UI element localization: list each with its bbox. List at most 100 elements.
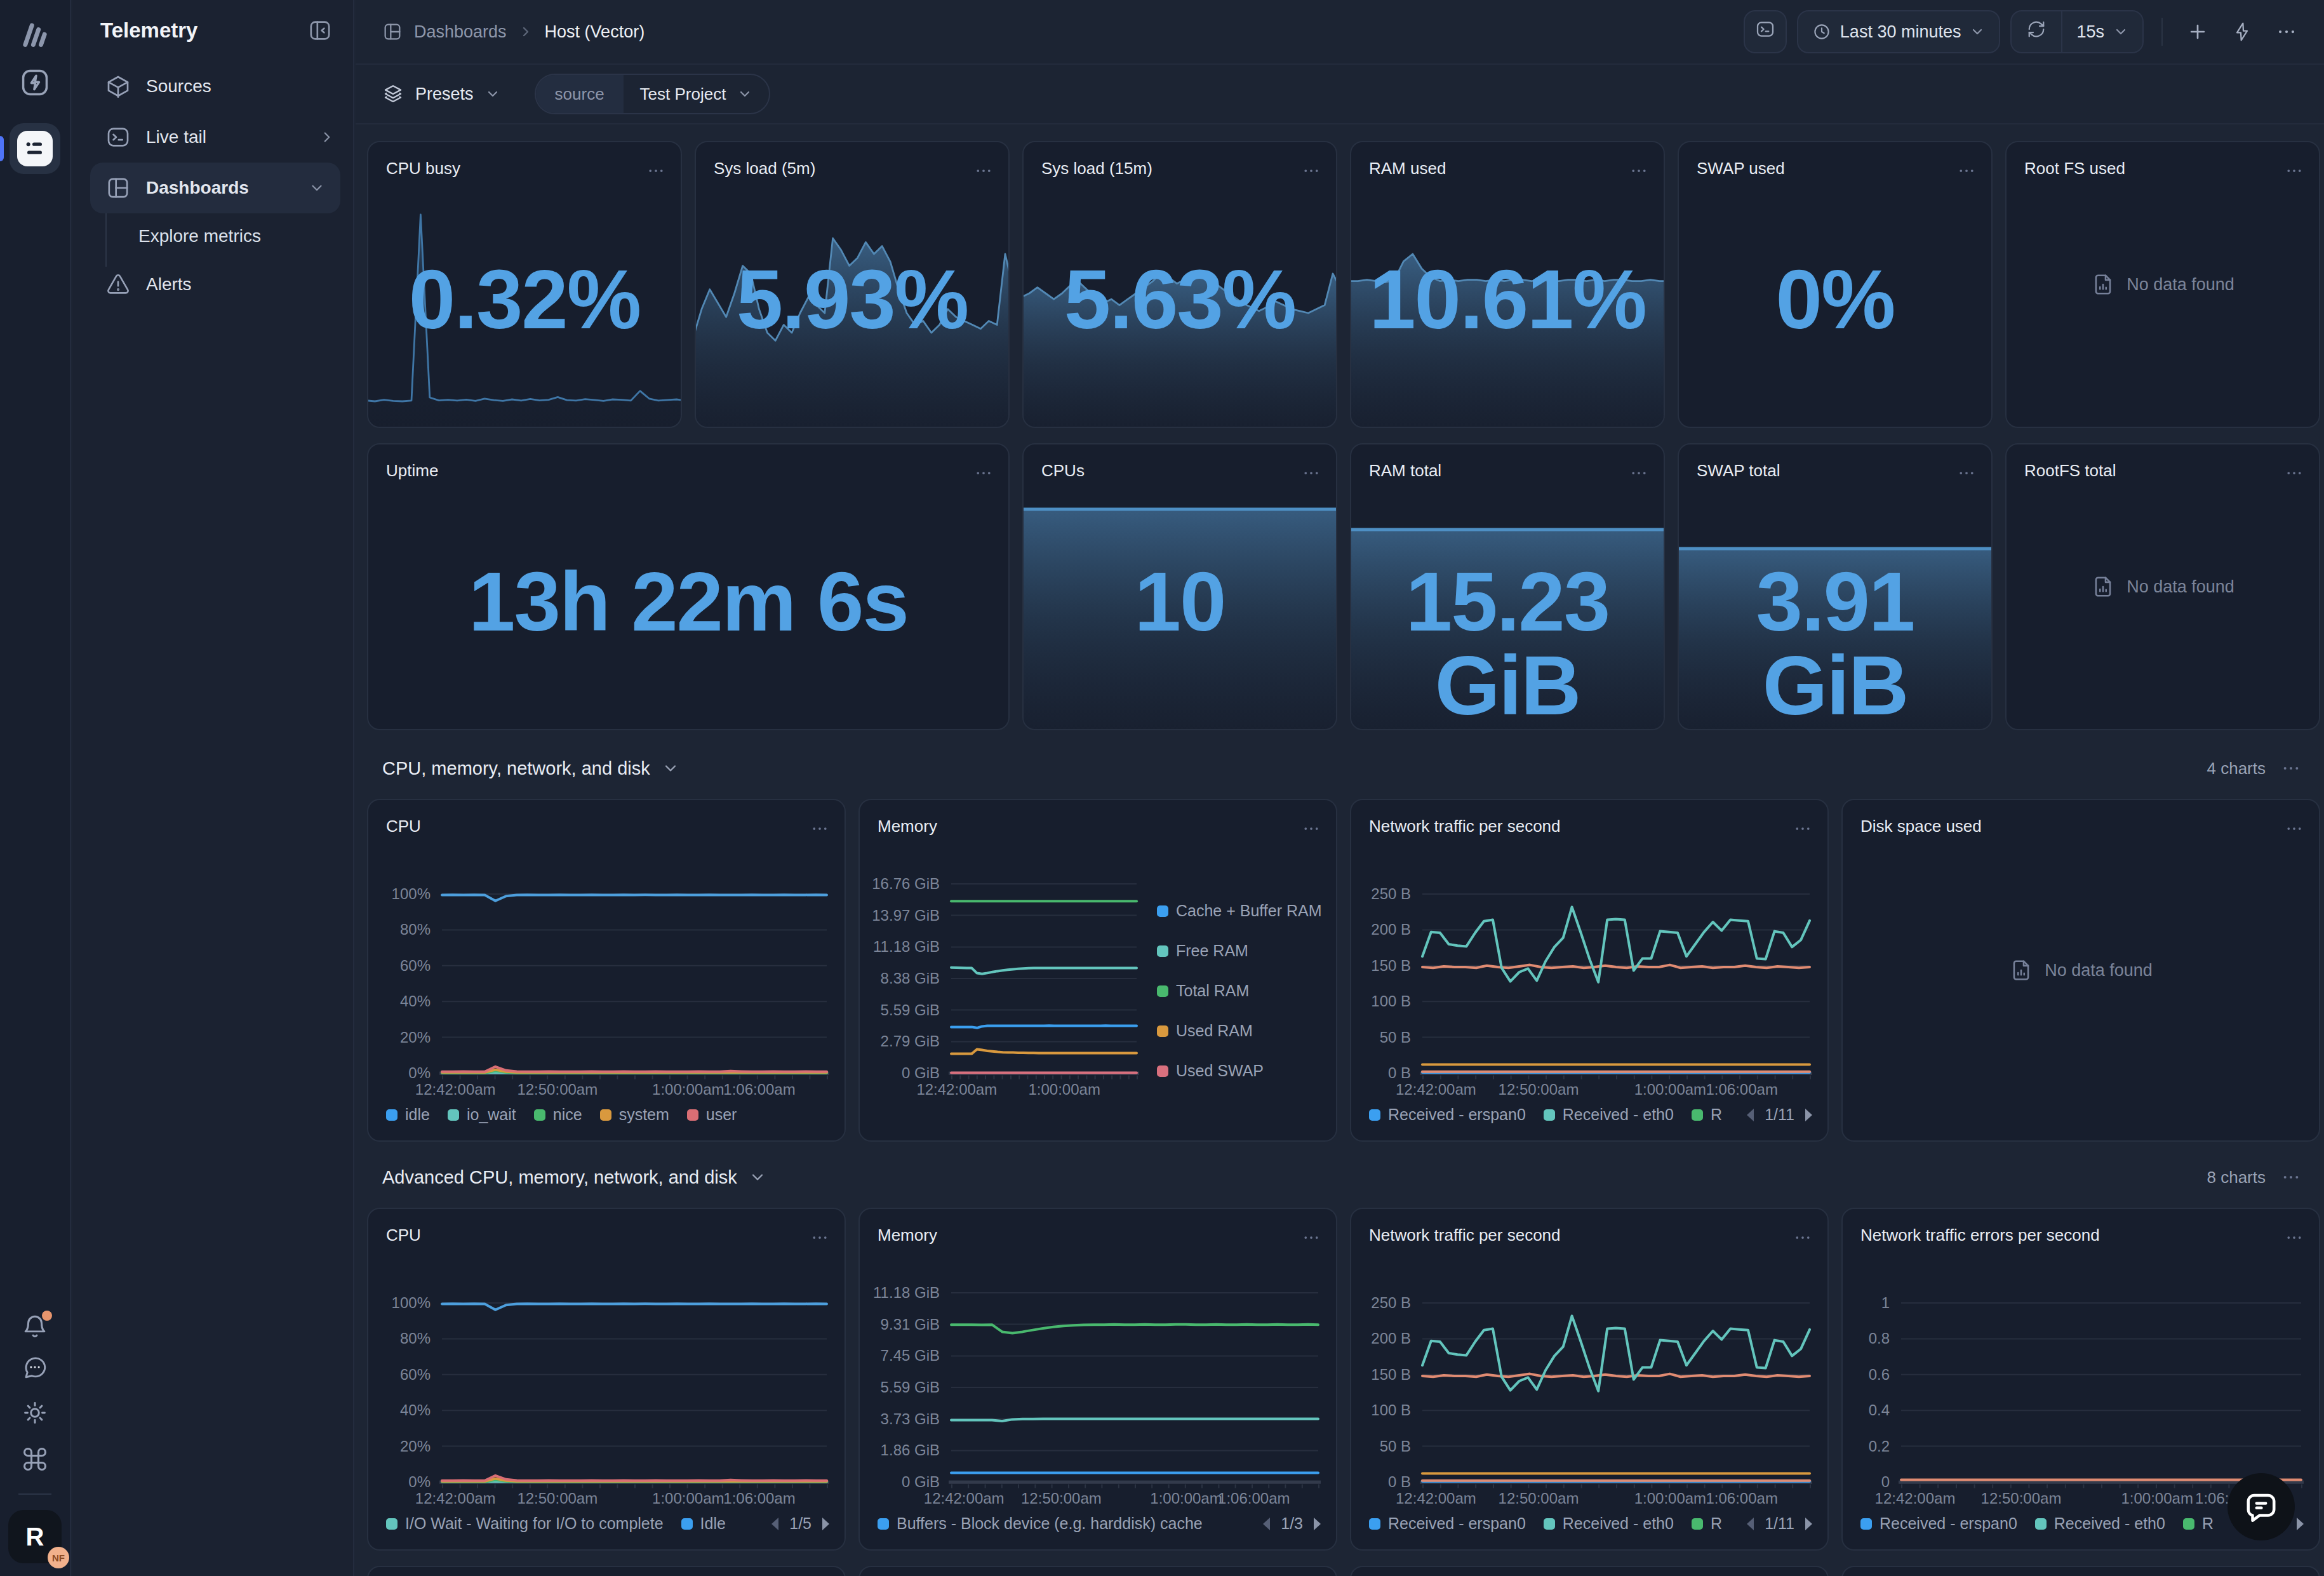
section-menu-icon[interactable]: [2281, 1167, 2301, 1187]
legend-label: Received - erspan0: [1388, 1105, 1526, 1124]
legend-item[interactable]: I/O Wait - Waiting for I/O to complete: [386, 1514, 664, 1533]
pager-next-icon[interactable]: [2295, 1516, 2306, 1532]
legend-item[interactable]: Received - erspan0: [1860, 1514, 2017, 1533]
panel-menu-icon[interactable]: [810, 819, 829, 838]
chevron-down-icon[interactable]: [662, 759, 679, 777]
rail-telemetry-button[interactable]: [10, 123, 60, 174]
legend-item[interactable]: Cache + Buffer RAM: [1157, 902, 1322, 920]
panel-menu-icon[interactable]: [1302, 161, 1321, 180]
source-filter[interactable]: source Test Project: [535, 74, 771, 114]
legend-item[interactable]: Received - eth0: [1544, 1514, 1674, 1533]
feedback-chat-icon[interactable]: [22, 1354, 48, 1380]
panel-menu-icon[interactable]: [646, 161, 665, 180]
section-title[interactable]: Advanced CPU, memory, network, and disk: [382, 1167, 737, 1188]
avatar-badge: NF: [48, 1547, 69, 1568]
pager-prev-icon[interactable]: [1744, 1516, 1756, 1532]
panel-title: Root FS used: [2024, 159, 2125, 178]
legend-item[interactable]: nice: [534, 1105, 582, 1124]
sidebar-collapse-icon[interactable]: [307, 18, 333, 43]
rail-flash-icon[interactable]: [18, 66, 51, 99]
chevron-down-icon[interactable]: [749, 1168, 766, 1186]
sidebar-item-alerts[interactable]: Alerts: [72, 259, 353, 310]
legend-chip: [1860, 1518, 1872, 1530]
refresh-interval-label: 15s: [2076, 22, 2104, 42]
pager-prev-icon[interactable]: [1744, 1107, 1756, 1123]
legend-item[interactable]: Free RAM: [1157, 942, 1322, 960]
legend-label: I/O Wait - Waiting for I/O to complete: [405, 1514, 664, 1533]
panel-title: RAM total: [1369, 461, 1441, 481]
refresh-button[interactable]: [2012, 11, 2062, 52]
pager-prev-icon[interactable]: [1260, 1516, 1272, 1532]
legend-pager: 1/3: [1260, 1514, 1323, 1533]
panel-menu-icon[interactable]: [2285, 161, 2304, 180]
legend-item[interactable]: Used SWAP: [1157, 1062, 1322, 1080]
avatar[interactable]: RNF: [8, 1510, 62, 1563]
svg-text:50 B: 50 B: [1380, 1029, 1411, 1046]
pager-next-icon[interactable]: [1803, 1107, 1815, 1123]
svg-text:100%: 100%: [392, 1294, 431, 1311]
panel-menu-icon[interactable]: [1629, 161, 1648, 180]
more-options-button[interactable]: [2269, 15, 2304, 49]
panel-menu-icon[interactable]: [2285, 464, 2304, 483]
panel-menu-icon[interactable]: [974, 161, 993, 180]
legend-item[interactable]: R: [1692, 1105, 1722, 1124]
panel-menu-icon[interactable]: [1793, 1228, 1812, 1247]
pager-next-icon[interactable]: [1312, 1516, 1323, 1532]
legend-item[interactable]: Idle: [681, 1514, 726, 1533]
sidebar-item-explore-metrics[interactable]: Explore metrics: [72, 213, 353, 259]
legend-item[interactable]: Received - erspan0: [1369, 1514, 1526, 1533]
panel-menu-icon[interactable]: [1957, 161, 1976, 180]
panel-menu-icon[interactable]: [1302, 1228, 1321, 1247]
panel-terminal-button[interactable]: [1744, 10, 1787, 53]
legend-label: io_wait: [467, 1105, 516, 1124]
pager-prev-icon[interactable]: [769, 1516, 780, 1532]
section-menu-icon[interactable]: [2281, 758, 2301, 778]
command-menu-icon[interactable]: [21, 1445, 49, 1473]
add-panel-button[interactable]: [2180, 15, 2215, 49]
panel-menu-icon[interactable]: [810, 1228, 829, 1247]
panel-menu-icon[interactable]: [1793, 819, 1812, 838]
notifications-bell-icon[interactable]: [22, 1313, 48, 1340]
pager-next-icon[interactable]: [820, 1516, 832, 1532]
legend-item[interactable]: Received - eth0: [2035, 1514, 2165, 1533]
legend-item[interactable]: io_wait: [448, 1105, 516, 1124]
refresh-interval-button[interactable]: 15s: [2062, 22, 2142, 42]
legend-chip: [600, 1109, 611, 1121]
legend-item[interactable]: Used RAM: [1157, 1022, 1322, 1040]
legend-item[interactable]: system: [600, 1105, 669, 1124]
chart-legend: Cache + Buffer RAM Free RAM Total RAM Used …: [1157, 902, 1322, 1080]
panel-menu-icon[interactable]: [1302, 819, 1321, 838]
legend-item[interactable]: idle: [386, 1105, 430, 1124]
sidebar-item-sources[interactable]: Sources: [72, 61, 353, 112]
panel-menu-icon[interactable]: [1302, 464, 1321, 483]
time-range-button[interactable]: Last 30 minutes: [1797, 10, 2001, 53]
svg-text:250 B: 250 B: [1371, 1294, 1411, 1311]
panel-menu-icon[interactable]: [2285, 1228, 2304, 1247]
sidebar-item-live-tail[interactable]: Live tail: [72, 112, 353, 163]
svg-text:0 B: 0 B: [1388, 1064, 1411, 1081]
chat-fab-button[interactable]: [2227, 1473, 2295, 1540]
panel-menu-icon[interactable]: [974, 464, 993, 483]
breadcrumb-dashboards[interactable]: Dashboards: [414, 22, 507, 42]
panel-menu-icon[interactable]: [2285, 819, 2304, 838]
brand-logo-icon[interactable]: [18, 17, 51, 50]
theme-sun-icon[interactable]: [22, 1399, 48, 1426]
quick-action-button[interactable]: [2225, 15, 2259, 49]
legend-item[interactable]: Buffers - Block device (e.g. harddisk) c…: [878, 1514, 1203, 1533]
stat-value: 10.61%: [1351, 258, 1664, 342]
pager-next-icon[interactable]: [1803, 1516, 1815, 1532]
legend-item[interactable]: user: [687, 1105, 737, 1124]
svg-text:100 B: 100 B: [1371, 1401, 1411, 1419]
legend-item[interactable]: R: [1692, 1514, 1722, 1533]
panel-menu-icon[interactable]: [1629, 464, 1648, 483]
legend-chip: [1157, 905, 1168, 917]
legend-item[interactable]: Total RAM: [1157, 982, 1322, 1000]
presets-button[interactable]: Presets: [382, 83, 500, 105]
legend-item[interactable]: Received - erspan0: [1369, 1105, 1526, 1124]
legend-item[interactable]: Received - eth0: [1544, 1105, 1674, 1124]
svg-text:100%: 100%: [392, 885, 431, 902]
section-title[interactable]: CPU, memory, network, and disk: [382, 758, 650, 779]
legend-item[interactable]: R: [2183, 1514, 2214, 1533]
sidebar-item-dashboards[interactable]: Dashboards: [90, 163, 340, 213]
panel-menu-icon[interactable]: [1957, 464, 1976, 483]
